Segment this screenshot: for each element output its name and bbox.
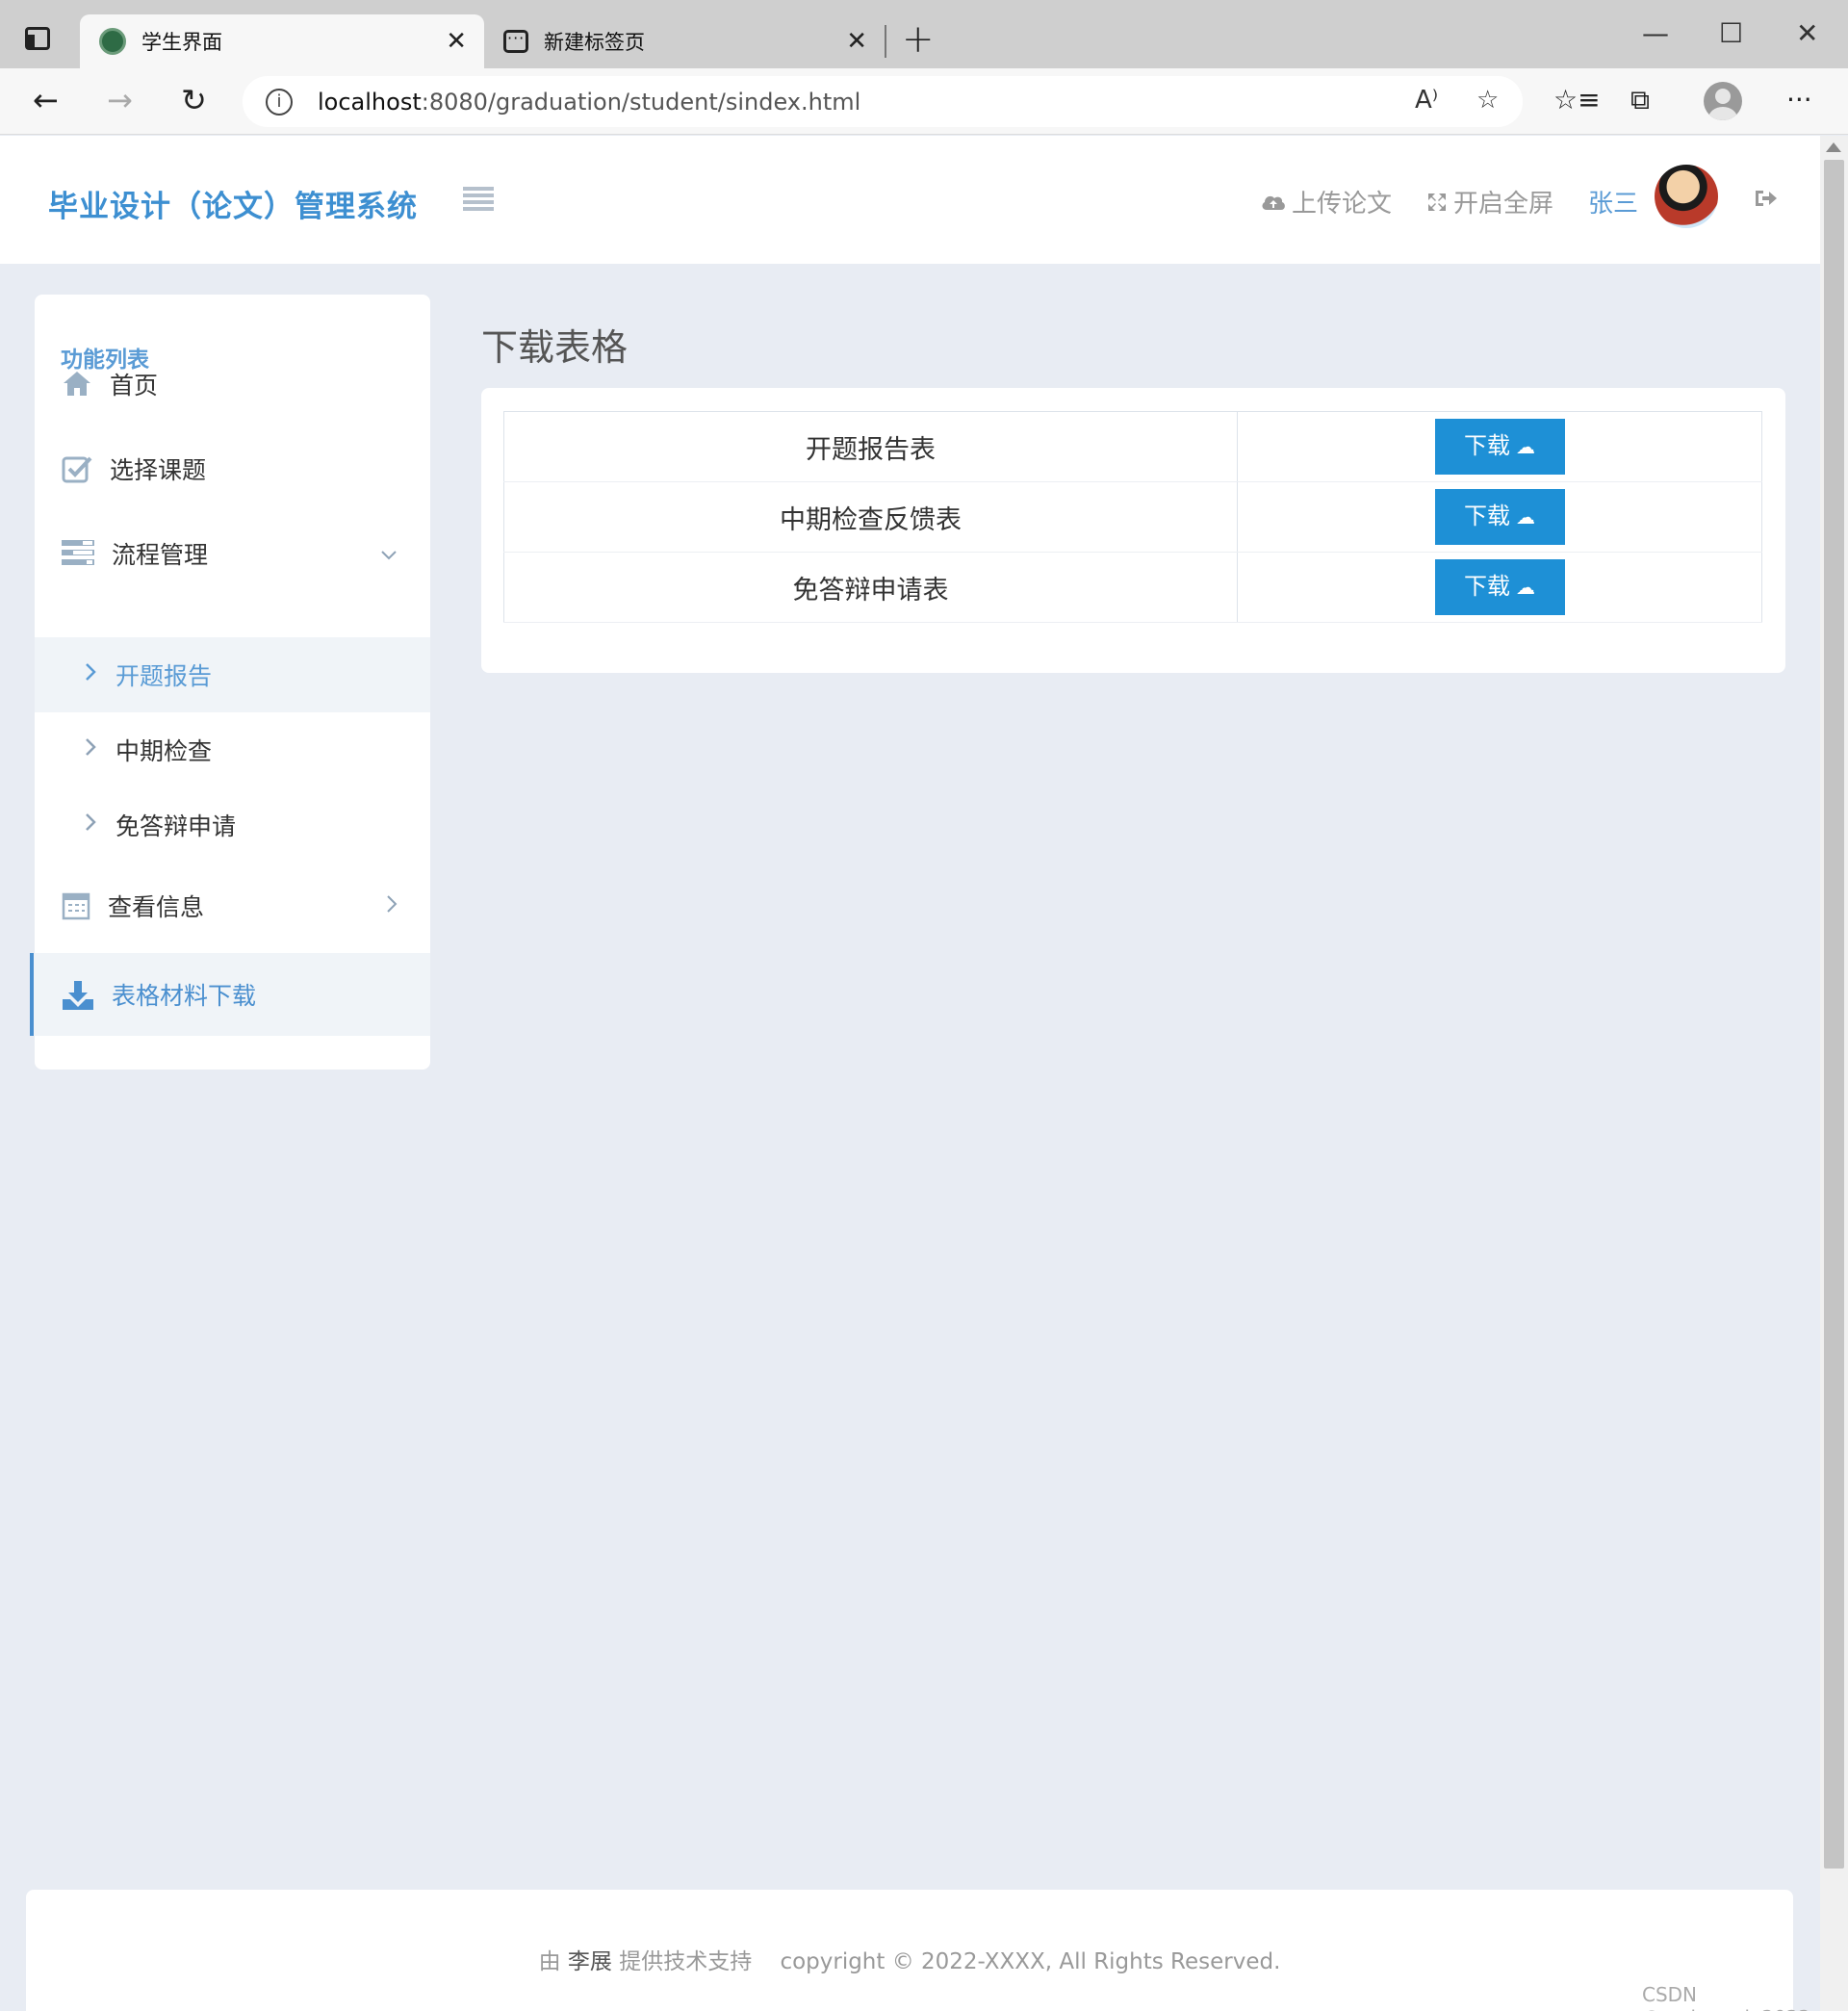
tab-title: 学生界面 <box>141 31 222 54</box>
cloud-download-icon: ☁ <box>1516 507 1535 529</box>
sidebar-subitem-label: 中期检查 <box>116 737 213 765</box>
download-label: 下载 <box>1464 574 1510 600</box>
menu-toggle-icon[interactable] <box>463 187 494 212</box>
form-name: 开题报告表 <box>503 411 1238 482</box>
scrollbar-thumb[interactable] <box>1824 160 1844 1869</box>
chevron-right-icon <box>85 662 96 687</box>
favorites-icon[interactable]: ☆≡ <box>1553 84 1601 116</box>
download-label: 下载 <box>1464 503 1510 529</box>
footer-copyright: copyright © 2022-XXXX, All Rights Reserv… <box>780 1949 1281 1974</box>
sidebar-subitem-exemption[interactable]: 免答辩申请 <box>35 787 430 863</box>
sidebar-item-downloads[interactable]: 表格材料下载 <box>30 953 430 1036</box>
sidebar-item-view-info[interactable]: 查看信息 <box>35 868 430 943</box>
download-label: 下载 <box>1464 433 1510 459</box>
chevron-right-icon <box>85 812 96 838</box>
browser-tab-bar: 学生界面 ✕ 新建标签页 ✕ + — ☐ ✕ <box>0 0 1848 68</box>
close-tab-icon[interactable]: ✕ <box>846 27 867 56</box>
chevron-right-icon <box>386 892 398 919</box>
sidebar-item-label: 选择课题 <box>110 456 207 484</box>
checkbox-icon <box>62 454 92 483</box>
fullscreen-label: 开启全屏 <box>1453 190 1554 219</box>
minimize-button[interactable]: — <box>1642 17 1669 49</box>
table-row: 中期检查反馈表 下载 ☁ <box>503 481 1762 553</box>
user-avatar[interactable] <box>1655 165 1718 228</box>
url-text: localhost:8080/graduation/student/sindex… <box>318 89 860 116</box>
sidebar-subitem-label: 开题报告 <box>116 662 213 690</box>
sidebar-subitem-label: 免答辩申请 <box>116 812 237 840</box>
url-field[interactable]: i localhost:8080/graduation/student/sind… <box>243 76 1523 127</box>
download-table: 开题报告表 下载 ☁ 中期检查反馈表 下载 ☁ 免答辩申请表 下载 ☁ <box>503 411 1762 623</box>
footer-text: 由 李展 提供技术支持 copyright © 2022-XXXX, All R… <box>26 1943 1793 1975</box>
cloud-download-icon: ☁ <box>1516 437 1535 458</box>
tab-separator <box>885 25 886 58</box>
user-name[interactable]: 张三 <box>1588 184 1638 219</box>
watermark: CSDN @codercode2022 <box>1642 1983 1810 2011</box>
reload-button[interactable]: ↻ <box>181 82 207 118</box>
sidebar-item-label: 流程管理 <box>112 541 209 569</box>
browser-tab-new[interactable]: 新建标签页 ✕ <box>490 14 885 68</box>
sidebar-item-label: 表格材料下载 <box>112 982 257 1010</box>
close-tab-icon[interactable]: ✕ <box>446 27 467 56</box>
logout-icon[interactable] <box>1754 187 1779 216</box>
upload-thesis-label: 上传论文 <box>1292 190 1393 219</box>
system-brand[interactable]: 毕业设计（论文）管理系统 <box>48 182 418 225</box>
browser-tab-active[interactable]: 学生界面 ✕ <box>80 14 484 68</box>
download-button[interactable]: 下载 ☁ <box>1434 559 1565 615</box>
cloud-download-icon: ☁ <box>1516 578 1535 599</box>
read-aloud-icon[interactable]: A⁾ <box>1415 86 1438 115</box>
calendar-icon <box>62 891 92 920</box>
page-title: 下载表格 <box>481 326 629 369</box>
address-bar: ← → ↻ i localhost:8080/graduation/studen… <box>0 68 1848 135</box>
chevron-down-icon <box>380 540 398 567</box>
more-menu-icon[interactable]: ··· <box>1786 84 1812 116</box>
site-info-icon[interactable]: i <box>266 88 293 116</box>
site-favicon-icon <box>99 28 126 55</box>
table-row: 免答辩申请表 下载 ☁ <box>503 552 1762 623</box>
chevron-right-icon <box>85 737 96 762</box>
forward-button[interactable]: → <box>107 82 133 118</box>
sidebar: 功能列表 首页 选择课题 流程管理 开题报告 中期检查 免答辩申请 查看信息 表… <box>30 295 430 1070</box>
download-button[interactable]: 下载 ☁ <box>1434 489 1565 545</box>
expand-icon <box>1428 193 1446 211</box>
scroll-up-icon[interactable] <box>1826 142 1841 152</box>
cloud-upload-icon <box>1262 195 1285 210</box>
sidebar-item-process[interactable]: 流程管理 <box>35 516 430 591</box>
new-tab-button[interactable]: + <box>902 17 935 62</box>
sidebar-subitem-midterm[interactable]: 中期检查 <box>35 712 430 787</box>
download-button[interactable]: 下载 ☁ <box>1434 419 1565 475</box>
url-path: :8080/graduation/student/sindex.html <box>421 88 861 116</box>
sidebar-item-label: 查看信息 <box>108 893 205 921</box>
sidebar-subitem-proposal[interactable]: 开题报告 <box>35 637 430 712</box>
home-icon <box>62 370 92 399</box>
tab-title: 新建标签页 <box>544 31 645 54</box>
footer-prefix: 由 <box>538 1949 561 1974</box>
sidebar-item-label: 首页 <box>110 372 159 400</box>
maximize-button[interactable]: ☐ <box>1719 17 1743 49</box>
page-footer: 由 李展 提供技术支持 copyright © 2022-XXXX, All R… <box>26 1890 1793 2011</box>
table-row: 开题报告表 下载 ☁ <box>503 411 1762 482</box>
new-tab-page-icon <box>503 29 528 53</box>
close-window-button[interactable]: ✕ <box>1796 17 1818 49</box>
upload-thesis-button[interactable]: 上传论文 <box>1261 184 1392 219</box>
url-host: localhost <box>318 88 422 116</box>
sidebar-item-home[interactable]: 首页 <box>35 347 430 422</box>
tasks-icon <box>62 539 94 568</box>
app-header: 毕业设计（论文）管理系统 上传论文 开启全屏 张三 <box>0 136 1820 264</box>
fullscreen-button[interactable]: 开启全屏 <box>1426 184 1553 219</box>
footer-suffix: 提供技术支持 <box>619 1949 753 1974</box>
form-name: 中期检查反馈表 <box>503 481 1238 553</box>
sidebar-item-select-topic[interactable]: 选择课题 <box>35 431 430 506</box>
download-icon <box>62 980 93 1010</box>
collections-icon[interactable]: ⧉ <box>1630 84 1650 116</box>
tab-actions-icon[interactable] <box>25 27 50 50</box>
profile-avatar-icon[interactable] <box>1704 82 1742 120</box>
footer-author: 李展 <box>567 1949 612 1974</box>
add-favorite-icon[interactable]: ☆ <box>1476 86 1499 115</box>
form-name: 免答辩申请表 <box>503 552 1238 623</box>
back-button[interactable]: ← <box>33 82 59 118</box>
